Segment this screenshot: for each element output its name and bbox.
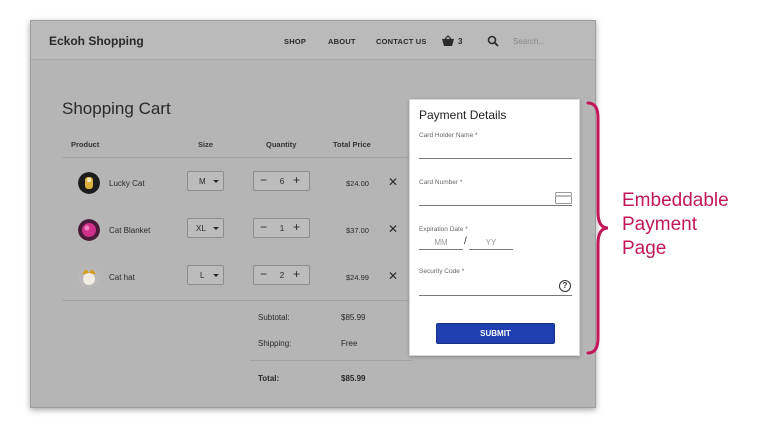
header-total-price: Total Price [333, 140, 371, 149]
search-input[interactable] [513, 34, 583, 48]
basket-icon[interactable] [441, 35, 455, 47]
subtotal-value: $85.99 [341, 313, 366, 322]
header-product: Product [71, 140, 100, 149]
quantity-stepper: − 2 + [253, 265, 310, 285]
help-icon[interactable]: ? [559, 280, 571, 292]
size-select[interactable]: M [187, 171, 224, 191]
product-name[interactable]: Cat hat [109, 273, 135, 282]
header-size: Size [198, 140, 214, 149]
size-value: XL [196, 224, 206, 233]
curly-bracket-icon [586, 101, 609, 355]
shipping-label: Shipping: [258, 339, 292, 348]
cat-hat-thumbnail [78, 266, 100, 288]
card-holder-input[interactable] [419, 142, 572, 156]
minus-icon[interactable]: − [260, 220, 267, 234]
lucky-cat-thumbnail [78, 172, 100, 194]
callout-line-2: Payment [622, 214, 697, 235]
nav-about[interactable]: ABOUT [328, 37, 356, 46]
minus-icon[interactable]: − [260, 173, 267, 187]
row-price: $24.99 [346, 273, 369, 282]
brand-logo[interactable]: Eckoh Shopping [49, 34, 144, 48]
quantity-value: 2 [279, 271, 285, 280]
product-name[interactable]: Cat Blanket [109, 226, 150, 235]
callout-line-1: Embeddable [622, 190, 729, 211]
callout-line-3: Page [622, 238, 667, 259]
product-name[interactable]: Lucky Cat [109, 179, 145, 188]
close-icon[interactable]: ✕ [388, 175, 398, 189]
row-price: $37.00 [346, 226, 369, 235]
expiration-year-input[interactable] [469, 236, 513, 250]
nav-shop[interactable]: SHOP [284, 37, 306, 46]
size-select[interactable]: XL [187, 218, 224, 238]
security-code-label: Security Code * [419, 268, 465, 275]
header-divider [62, 157, 412, 158]
total-label: Total: [258, 374, 280, 383]
card-number-label: Card Number * [419, 179, 463, 186]
close-icon[interactable]: ✕ [388, 222, 398, 236]
quantity-value: 1 [279, 224, 285, 233]
table-row: Cat Blanket XL − 1 + $37.00 ✕ [31, 211, 401, 251]
credit-card-icon [555, 192, 572, 204]
caret-down-icon [213, 227, 219, 230]
table-row: Cat hat L − 2 + $24.99 ✕ [31, 258, 401, 298]
total-value: $85.99 [341, 374, 366, 383]
card-holder-label: Card Holder Name * [419, 132, 478, 139]
cart-count-badge: 3 [458, 37, 463, 46]
table-row: Lucky Cat M − 6 + $24.00 ✕ [31, 164, 401, 204]
row-price: $24.00 [346, 179, 369, 188]
card-number-underline [419, 205, 572, 206]
quantity-stepper: − 1 + [253, 218, 310, 238]
close-icon[interactable]: ✕ [388, 269, 398, 283]
quantity-stepper: − 6 + [253, 171, 310, 191]
nav-contact-us[interactable]: CONTACT US [376, 37, 427, 46]
size-select[interactable]: L [187, 265, 224, 285]
payment-title: Payment Details [419, 108, 507, 122]
total-divider [250, 360, 412, 361]
page-title: Shopping Cart [62, 99, 171, 118]
subtotal-label: Subtotal: [258, 313, 290, 322]
plus-icon[interactable]: + [293, 173, 300, 187]
size-value: L [200, 271, 205, 280]
header-quantity: Quantity [266, 140, 297, 149]
rows-divider [62, 300, 412, 301]
cat-blanket-thumbnail [78, 219, 100, 241]
caret-down-icon [213, 274, 219, 277]
security-code-input[interactable] [419, 279, 553, 293]
minus-icon[interactable]: − [260, 267, 267, 281]
payment-details-panel: Payment Details Card Holder Name * Card … [409, 99, 580, 356]
card-number-input[interactable] [419, 190, 551, 204]
quantity-value: 6 [279, 177, 285, 186]
caret-down-icon [213, 180, 219, 183]
expiration-label: Expiration Date * [419, 226, 468, 233]
security-code-underline [419, 295, 572, 296]
submit-button[interactable]: SUBMIT [436, 323, 555, 344]
plus-icon[interactable]: + [293, 220, 300, 234]
date-separator: / [464, 236, 467, 247]
callout-label: Embeddable Payment Page [622, 189, 729, 261]
search-icon[interactable] [487, 35, 499, 47]
navbar: Eckoh Shopping SHOP ABOUT CONTACT US 3 [31, 21, 595, 60]
card-holder-underline [419, 158, 572, 159]
size-value: M [199, 177, 206, 186]
plus-icon[interactable]: + [293, 267, 300, 281]
expiration-month-input[interactable] [419, 236, 463, 250]
shipping-value: Free [341, 339, 358, 348]
